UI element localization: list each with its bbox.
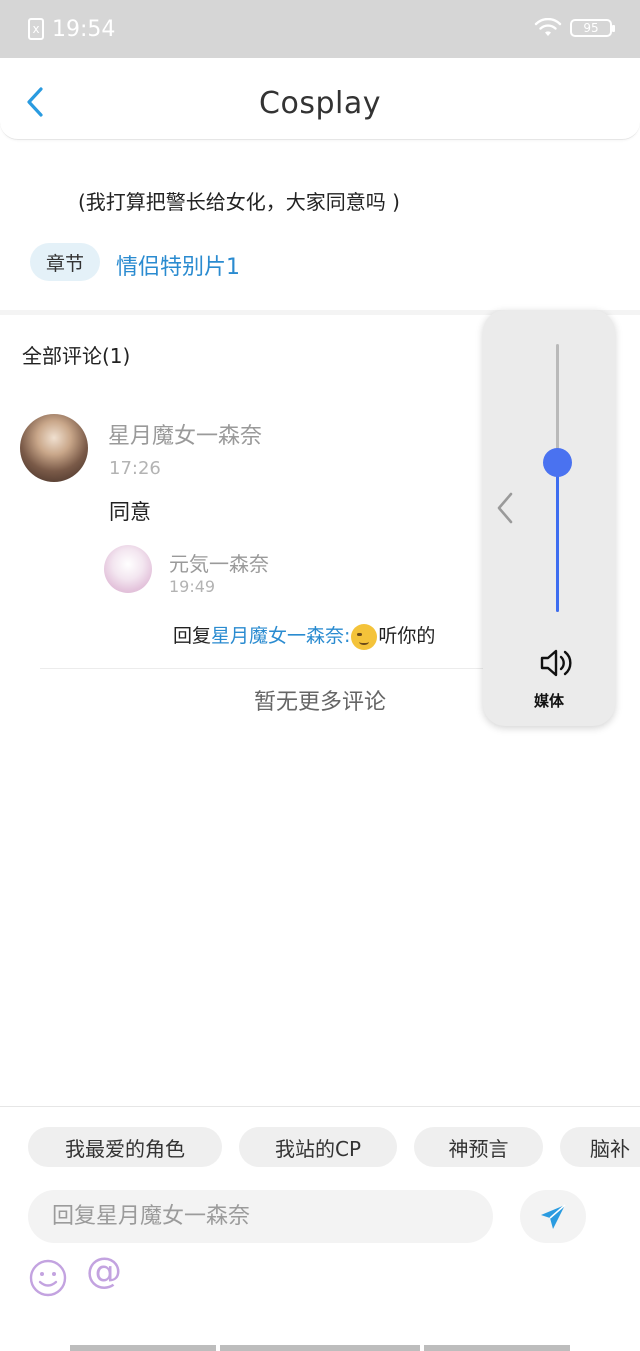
send-icon: [541, 1203, 566, 1229]
wifi-icon: [534, 18, 562, 36]
comments-header: 全部评论(1): [22, 344, 131, 368]
volume-slider-fill: [556, 462, 559, 612]
status-bar: x 19:54 95: [0, 0, 640, 58]
app-header: Cosplay: [0, 58, 640, 140]
sim-icon: x: [28, 18, 44, 40]
tag-chip[interactable]: 神预言: [414, 1127, 543, 1167]
chapter-link[interactable]: 情侣特别片1: [116, 249, 240, 281]
nav-indicator: [70, 1345, 216, 1351]
comment-text: 同意: [109, 500, 151, 524]
post-text: (我打算把警长给女化，大家同意吗 ): [78, 190, 400, 214]
reply-input[interactable]: [28, 1190, 493, 1243]
page-title: Cosplay: [259, 86, 381, 121]
comment-username[interactable]: 星月魔女一森奈: [108, 418, 262, 450]
status-icons: 95: [534, 18, 615, 38]
comment-time: 17:26: [109, 458, 161, 479]
battery-icon: 95: [570, 19, 615, 37]
volume-label: 媒体: [533, 692, 564, 710]
chevron-left-icon[interactable]: [493, 490, 519, 526]
tag-chip[interactable]: 脑补: [560, 1127, 640, 1167]
reply-avatar[interactable]: [104, 545, 152, 593]
tag-chip[interactable]: 我站的CP: [239, 1127, 397, 1167]
reply-suffix: 听你的: [378, 625, 436, 647]
tag-chip[interactable]: 我最爱的角色: [28, 1127, 222, 1167]
reply-text: 回复星月魔女一森奈: 听你的: [173, 621, 435, 650]
status-time: 19:54: [52, 16, 116, 42]
smiley-icon[interactable]: [28, 1258, 68, 1298]
speaker-icon[interactable]: [539, 648, 577, 678]
smirk-emoji-icon: [351, 623, 378, 650]
volume-panel: 媒体: [483, 310, 615, 726]
send-button[interactable]: [520, 1190, 586, 1243]
reply-target-link[interactable]: 星月魔女一森奈:: [211, 625, 350, 647]
reply-prefix: 回复: [173, 625, 212, 647]
mention-button[interactable]: @: [86, 1254, 122, 1290]
avatar[interactable]: [20, 414, 88, 482]
chapter-badge: 章节: [30, 243, 100, 281]
nav-indicator: [424, 1345, 570, 1351]
battery-level: 95: [583, 21, 599, 35]
nav-indicator: [220, 1345, 420, 1351]
reply-time: 19:49: [169, 577, 216, 596]
reply-username[interactable]: 元気一森奈: [169, 548, 269, 577]
volume-slider-thumb[interactable]: [543, 448, 572, 477]
